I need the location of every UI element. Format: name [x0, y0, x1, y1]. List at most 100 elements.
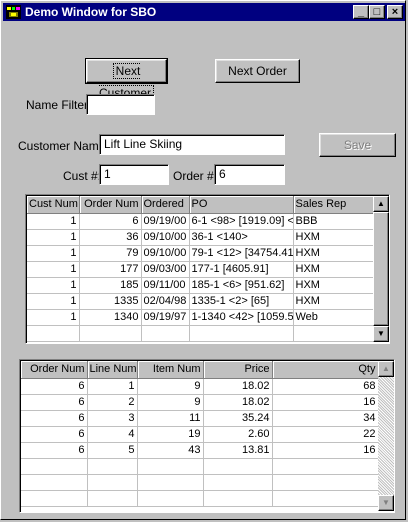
lines-col-item-num[interactable]: Item Num	[137, 361, 204, 379]
orders-cell-order-num: 185	[79, 277, 142, 294]
lines-row[interactable]: 6 2 9 18.02 16	[21, 394, 379, 411]
lines-cell-qty: 22	[272, 426, 379, 443]
order-lines-table: Order Num Line Num Item Num Price Qty 6 …	[21, 361, 379, 507]
lines-cell-price: 2.60	[203, 426, 273, 443]
lines-col-order-num[interactable]: Order Num	[21, 361, 88, 379]
orders-col-po[interactable]: PO	[189, 196, 294, 214]
orders-cell-ordered: 09/19/00	[141, 213, 190, 230]
lines-cell-line-num: 4	[87, 426, 138, 443]
orders-cell-po: 1335-1 <2> [65]	[189, 293, 294, 310]
orders-cell-ordered: 02/04/98	[141, 293, 190, 310]
orders-row[interactable]: 1 1340 09/19/97 1-1340 <42> [1059.5] Web	[27, 309, 374, 326]
maximize-button[interactable]: □	[369, 5, 385, 19]
scroll-up-arrow-icon[interactable]: ▲	[373, 196, 389, 212]
orders-cell-sales-rep: HXM	[293, 293, 374, 310]
orders-cell-cust-num: 1	[27, 277, 80, 294]
name-filter-label: Name Filter:	[26, 98, 92, 112]
lines-cell-item-num: 9	[137, 378, 204, 395]
orders-cell-sales-rep: HXM	[293, 261, 374, 278]
orders-cell-po: 1-1340 <42> [1059.5]	[189, 309, 294, 326]
lines-cell-item-num: 11	[137, 410, 204, 427]
lines-cell-item-num: 43	[137, 442, 204, 459]
minimize-button[interactable]: _	[353, 5, 369, 19]
orders-cell-ordered: 09/10/00	[141, 229, 190, 246]
orders-row[interactable]: 1 79 09/10/00 79-1 <12> [34754.41] HXM	[27, 245, 374, 262]
orders-row[interactable]: 1 177 09/03/00 177-1 [4605.91] HXM	[27, 261, 374, 278]
lines-cell-line-num: 2	[87, 394, 138, 411]
close-icon: ×	[391, 6, 399, 18]
orders-cell-sales-rep: Web	[293, 309, 374, 326]
lines-vertical-scrollbar[interactable]: ▲ ▼	[378, 361, 394, 511]
orders-cell-po: 177-1 [4605.91]	[189, 261, 294, 278]
orders-cell-ordered: 09/11/00	[141, 277, 190, 294]
save-button[interactable]: Save	[319, 133, 396, 157]
scroll-up-arrow-icon[interactable]: ▲	[378, 361, 394, 377]
orders-col-cust-num[interactable]: Cust Num	[27, 196, 80, 214]
minimize-icon: _	[357, 6, 365, 18]
scroll-down-arrow-icon[interactable]: ▼	[373, 326, 389, 342]
orders-cell-order-num: 6	[79, 213, 142, 230]
next-order-button[interactable]: Next Order	[215, 59, 300, 83]
lines-col-qty[interactable]: Qty	[272, 361, 379, 379]
orders-cell-ordered: 09/03/00	[141, 261, 190, 278]
orders-row[interactable]: 1 1335 02/04/98 1335-1 <2> [65] HXM	[27, 293, 374, 310]
lines-cell-order-num: 6	[21, 426, 88, 443]
lines-col-line-num[interactable]: Line Num	[87, 361, 138, 379]
lines-cell-qty: 16	[272, 394, 379, 411]
cust-num-field[interactable]: 1	[99, 164, 169, 185]
orders-cell-order-num: 1340	[79, 309, 142, 326]
orders-cell-cust-num: 1	[27, 245, 80, 262]
name-filter-input[interactable]	[86, 94, 155, 115]
lines-row[interactable]: 6 1 9 18.02 68	[21, 378, 379, 395]
lines-cell-order-num: 6	[21, 394, 88, 411]
orders-grid[interactable]: Cust Num Order Num Ordered PO Sales Rep …	[25, 194, 390, 344]
lines-row[interactable]: 6 4 19 2.60 22	[21, 426, 379, 443]
main-window: Demo Window for SBO _ □ × Next Customer …	[0, 0, 406, 520]
lines-cell-qty: 68	[272, 378, 379, 395]
orders-col-sales-rep[interactable]: Sales Rep	[293, 196, 374, 214]
orders-vertical-scrollbar[interactable]: ▲ ▼	[373, 196, 389, 342]
title-bar[interactable]: Demo Window for SBO _ □ ×	[3, 3, 405, 21]
next-customer-button[interactable]: Next Customer	[85, 58, 168, 101]
orders-cell-ordered: 09/10/00	[141, 245, 190, 262]
lines-col-price[interactable]: Price	[203, 361, 273, 379]
order-lines-grid[interactable]: Order Num Line Num Item Num Price Qty 6 …	[19, 359, 395, 513]
close-button[interactable]: ×	[387, 5, 403, 19]
lines-cell-line-num: 5	[87, 442, 138, 459]
order-num-label: Order #:	[173, 169, 218, 183]
orders-cell-cust-num: 1	[27, 309, 80, 326]
lines-cell-price: 18.02	[203, 378, 273, 395]
orders-col-ordered[interactable]: Ordered	[141, 196, 190, 214]
lines-cell-price: 18.02	[203, 394, 273, 411]
lines-cell-order-num: 6	[21, 442, 88, 459]
app-icon[interactable]	[6, 5, 21, 19]
orders-scroll-thumb[interactable]	[373, 212, 389, 326]
lines-cell-line-num: 1	[87, 378, 138, 395]
orders-row[interactable]: 1 6 09/19/00 6-1 <98> [1919.09] < BBB	[27, 213, 374, 230]
orders-cell-sales-rep: HXM	[293, 229, 374, 246]
orders-col-order-num[interactable]: Order Num	[79, 196, 142, 214]
lines-cell-item-num: 19	[137, 426, 204, 443]
orders-cell-ordered: 09/19/97	[141, 309, 190, 326]
orders-row[interactable]: 1 36 09/10/00 36-1 <140> HXM	[27, 229, 374, 246]
lines-row[interactable]: 6 3 11 35.24 34	[21, 410, 379, 427]
lines-cell-qty: 34	[272, 410, 379, 427]
orders-cell-sales-rep: HXM	[293, 277, 374, 294]
lines-empty-row	[21, 458, 379, 475]
lines-row[interactable]: 6 5 43 13.81 16	[21, 442, 379, 459]
orders-table: Cust Num Order Num Ordered PO Sales Rep …	[27, 196, 374, 342]
scroll-down-arrow-icon[interactable]: ▼	[378, 495, 394, 511]
save-label: Save	[343, 138, 372, 152]
order-num-field[interactable]: 6	[214, 164, 285, 185]
orders-cell-order-num: 1335	[79, 293, 142, 310]
window-title: Demo Window for SBO	[25, 5, 157, 19]
orders-row[interactable]: 1 185 09/11/00 185-1 <6> [951.62] HXM	[27, 277, 374, 294]
customer-name-field[interactable]: Lift Line Skiing	[99, 134, 285, 155]
lines-cell-qty: 16	[272, 442, 379, 459]
orders-cell-po: 6-1 <98> [1919.09] <	[189, 213, 294, 230]
orders-cell-po: 36-1 <140>	[189, 229, 294, 246]
lines-empty-row	[21, 490, 379, 507]
orders-cell-sales-rep: HXM	[293, 245, 374, 262]
lines-cell-price: 13.81	[203, 442, 273, 459]
lines-empty-row	[21, 474, 379, 491]
